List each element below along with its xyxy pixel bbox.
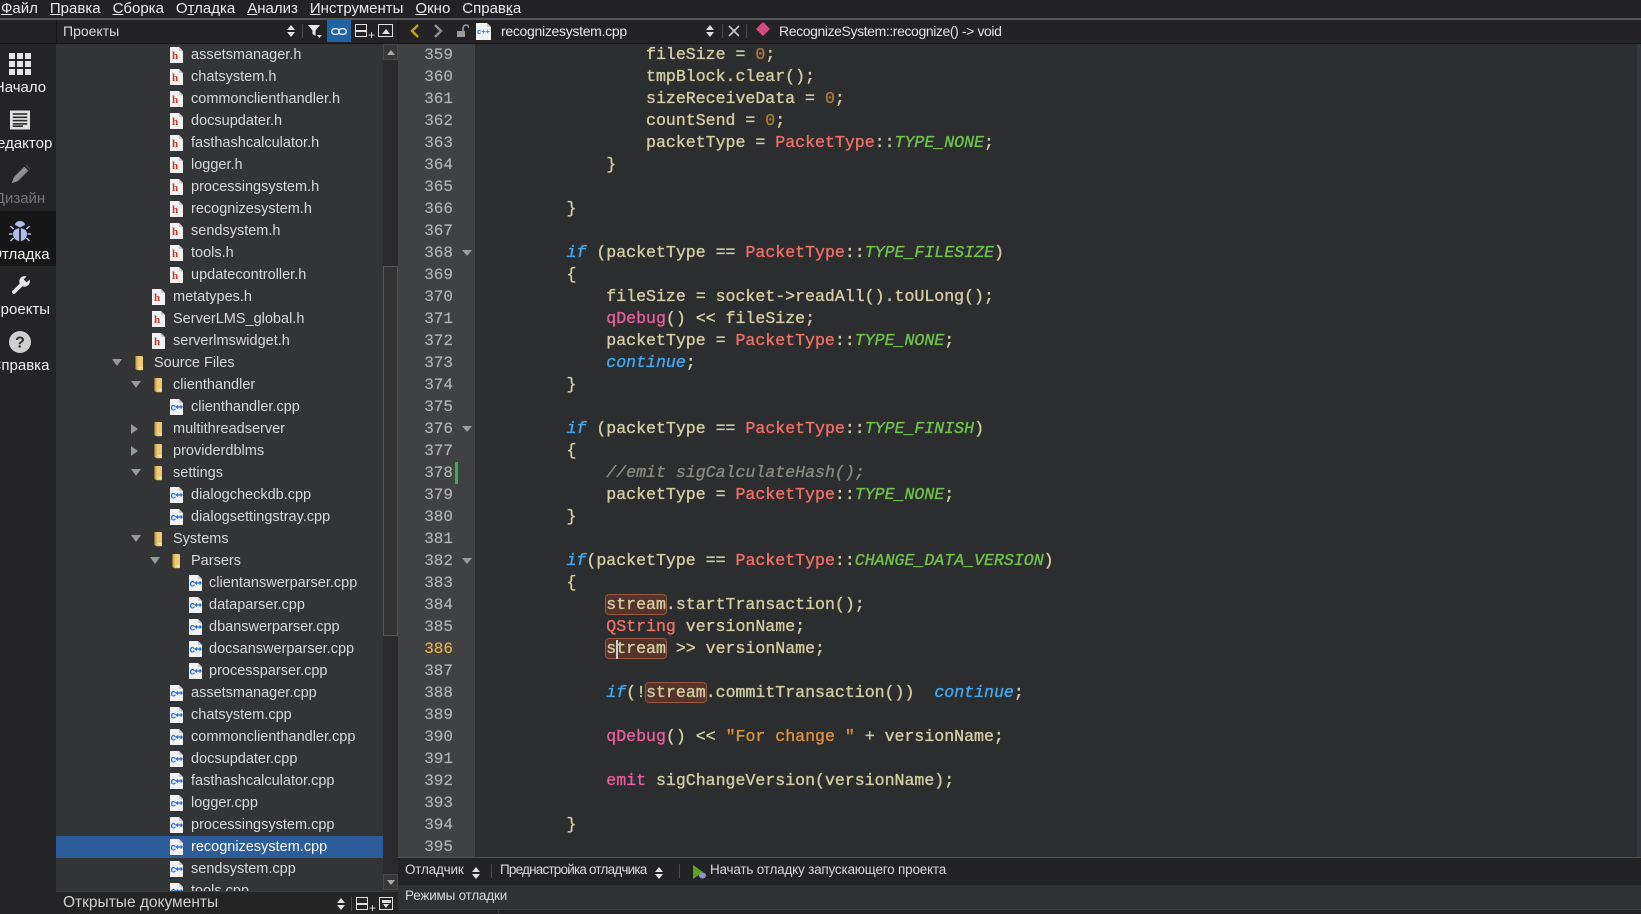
svg-text:c: c xyxy=(171,843,177,854)
svg-text:c: c xyxy=(171,821,177,832)
svg-text:h: h xyxy=(154,314,160,326)
svg-text:c++: c++ xyxy=(477,27,491,36)
svg-text:h: h xyxy=(172,248,178,260)
svg-text:h: h xyxy=(172,270,178,282)
svg-text:h: h xyxy=(154,336,160,348)
svg-text:c: c xyxy=(190,601,196,612)
svg-text:c: c xyxy=(171,799,177,810)
svg-text:c: c xyxy=(171,491,177,502)
svg-text:h: h xyxy=(172,138,178,150)
svg-text:c: c xyxy=(171,777,177,788)
svg-text:h: h xyxy=(172,182,178,194)
svg-text:c: c xyxy=(171,755,177,766)
svg-text:c: c xyxy=(171,403,177,414)
svg-text:?: ? xyxy=(15,334,25,351)
svg-text:c: c xyxy=(171,689,177,700)
svg-text:h: h xyxy=(154,292,160,304)
svg-text:h: h xyxy=(172,226,178,238)
svg-text:c: c xyxy=(171,711,177,722)
svg-text:c: c xyxy=(171,733,177,744)
svg-text:h: h xyxy=(172,72,178,84)
svg-text:h: h xyxy=(172,116,178,128)
svg-text:c: c xyxy=(190,579,196,590)
svg-text:h: h xyxy=(172,50,178,62)
svg-text:c: c xyxy=(190,645,196,656)
svg-text:c: c xyxy=(171,513,177,524)
svg-text:h: h xyxy=(172,94,178,106)
svg-text:c: c xyxy=(190,623,196,634)
svg-text:c: c xyxy=(190,667,196,678)
svg-text:h: h xyxy=(172,160,178,172)
svg-text:h: h xyxy=(172,204,178,216)
svg-text:c: c xyxy=(171,865,177,876)
